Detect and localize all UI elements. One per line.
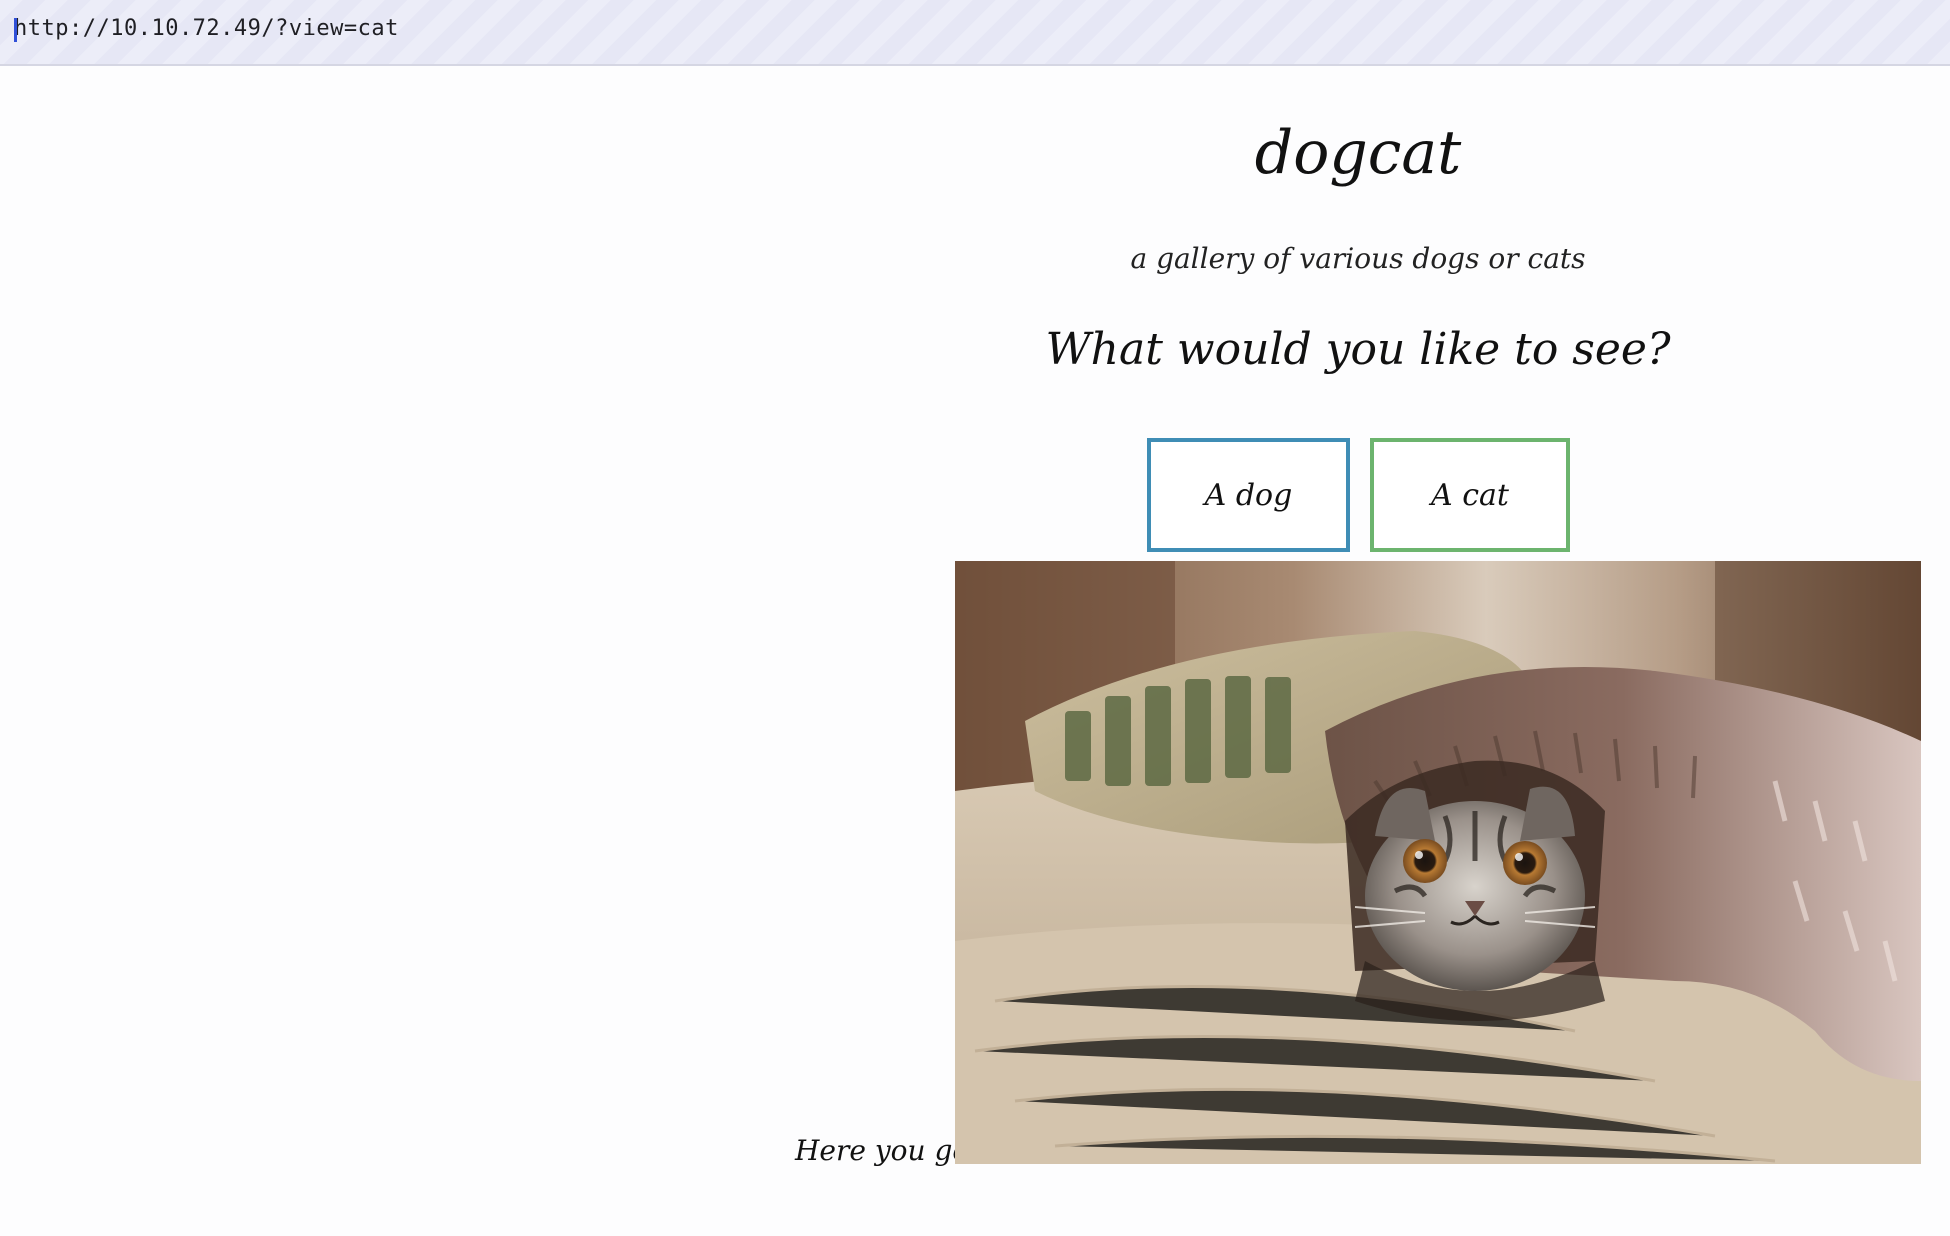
cat-button[interactable]: A cat — [1370, 438, 1570, 552]
text-cursor — [14, 18, 17, 42]
cat-photo — [955, 561, 1921, 1164]
site-title: dogcat — [1254, 118, 1462, 188]
url-text[interactable]: http://10.10.72.49/?view=cat — [14, 16, 399, 41]
site-subtitle: a gallery of various dogs or cats — [1130, 242, 1586, 275]
address-bar[interactable]: http://10.10.72.49/?view=cat — [0, 0, 1950, 66]
page-content: dogcat a gallery of various dogs or cats… — [0, 66, 1950, 1236]
dog-button[interactable]: A dog — [1147, 438, 1350, 552]
result-caption: Here you go! — [795, 1134, 981, 1167]
prompt-heading: What would you like to see? — [1045, 324, 1671, 375]
